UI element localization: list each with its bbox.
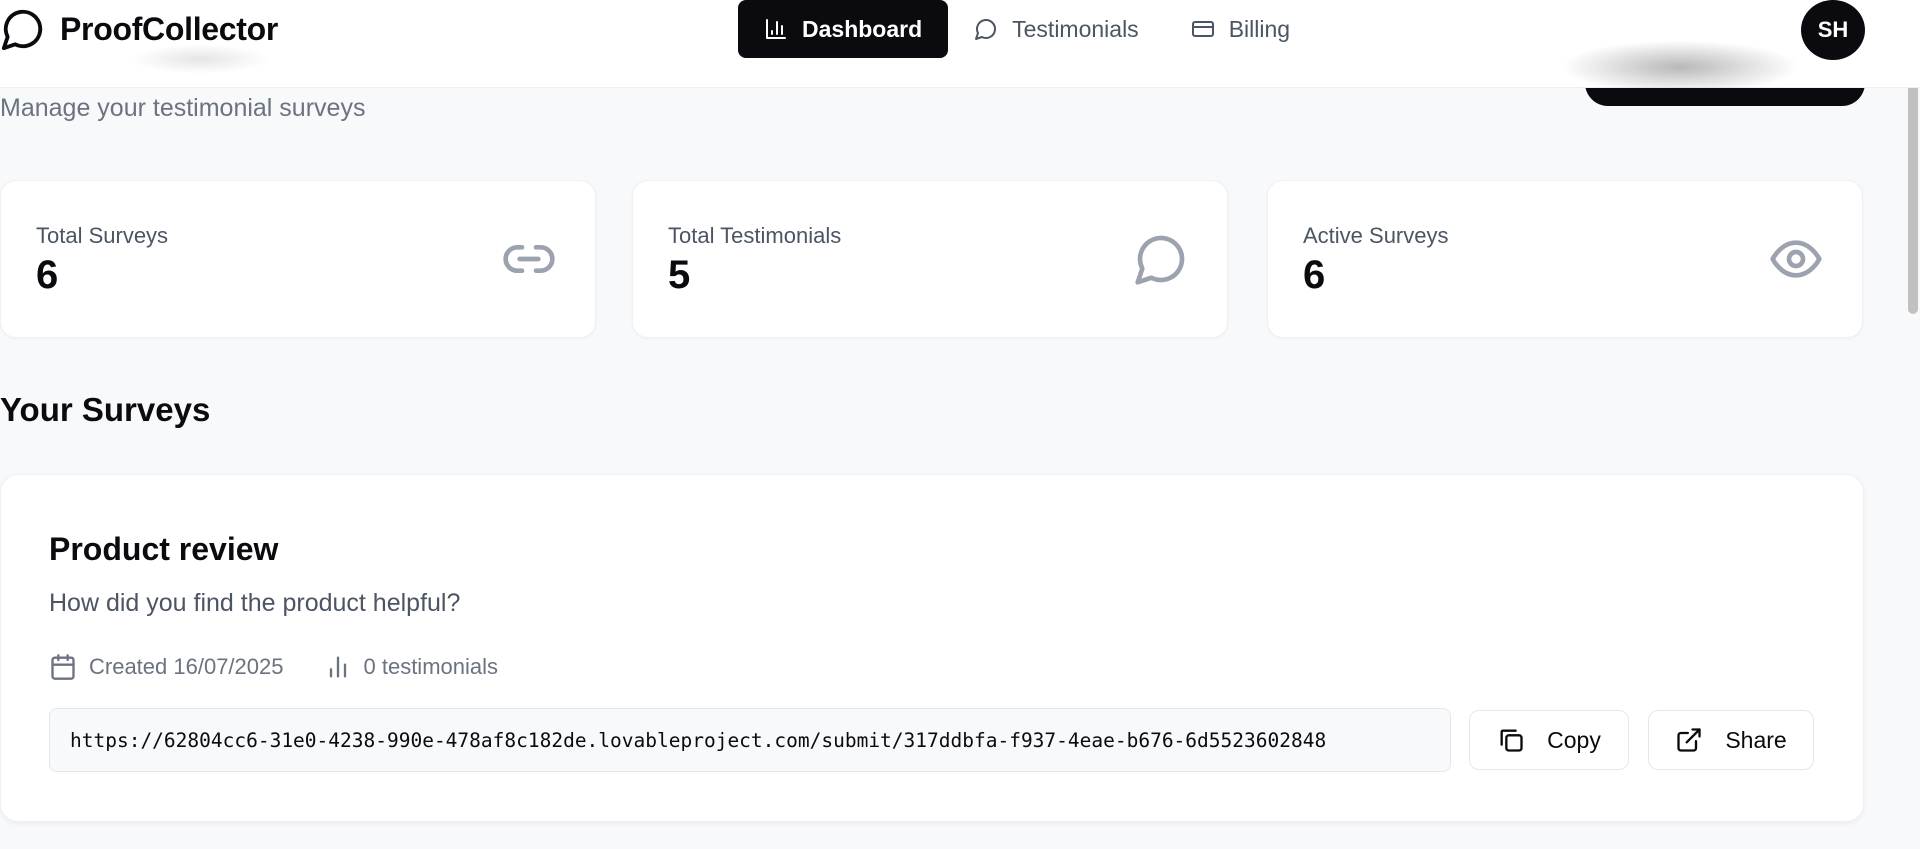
stat-label: Total Testimonials <box>668 223 842 248</box>
stat-card-total-surveys: Total Surveys 6 <box>0 180 596 338</box>
message-icon <box>1135 235 1185 285</box>
bar-chart-icon <box>329 656 346 678</box>
stat-value: 6 <box>36 253 59 297</box>
nav-testimonials-label: Testimonials <box>1012 15 1139 42</box>
nav-dashboard-label: Dashboard <box>802 15 923 42</box>
survey-url-field[interactable]: https://62804cc6-31e0-4238-990e-478af8c1… <box>49 708 1451 772</box>
stat-label: Active Surveys <box>1303 223 1449 248</box>
share-button[interactable]: Share <box>1648 710 1814 770</box>
stat-card-active-surveys: Active Surveys 6 <box>1267 180 1863 338</box>
eye-icon <box>1770 240 1822 278</box>
link-icon <box>503 245 555 273</box>
survey-created-date: Created 16/07/2025 <box>89 654 284 679</box>
credit-card-icon <box>1191 21 1214 37</box>
page-subtitle: Manage your testimonial surveys <box>0 94 366 122</box>
brand-name: ProofCollector <box>60 10 279 47</box>
user-avatar[interactable]: SH <box>1801 0 1865 60</box>
copy-button[interactable]: Copy <box>1469 710 1629 770</box>
external-link-icon <box>1677 728 1701 752</box>
stat-label: Total Surveys <box>36 223 169 248</box>
dropdown-shadow <box>1560 40 1800 94</box>
nav-testimonials[interactable]: Testimonials <box>948 0 1165 58</box>
survey-card: Product review How did you find the prod… <box>0 474 1864 822</box>
calendar-icon <box>51 654 75 680</box>
main-nav: Dashboard Testimonials Billing <box>738 0 1316 58</box>
nav-billing-label: Billing <box>1228 15 1291 42</box>
survey-meta: Created 16/07/2025 0 testimonials <box>49 653 498 681</box>
copy-icon <box>1500 729 1523 752</box>
brand-logo[interactable]: ProofCollector <box>0 6 278 52</box>
stat-value: 6 <box>1303 253 1326 297</box>
survey-title: Product review <box>49 531 279 567</box>
survey-description: How did you find the product helpful? <box>49 589 461 617</box>
bar-chart-icon <box>766 19 786 39</box>
message-circle-icon <box>1 9 43 51</box>
section-title: Your Surveys <box>0 391 211 428</box>
nav-billing[interactable]: Billing <box>1165 0 1316 58</box>
survey-testimonial-count: 0 testimonials <box>363 654 499 679</box>
share-button-label: Share <box>1725 726 1787 753</box>
nav-dashboard[interactable]: Dashboard <box>738 0 949 58</box>
copy-button-label: Copy <box>1547 726 1601 753</box>
stat-card-total-testimonials: Total Testimonials 5 <box>632 180 1228 338</box>
message-circle-icon <box>975 19 997 40</box>
stat-value: 5 <box>668 253 691 297</box>
